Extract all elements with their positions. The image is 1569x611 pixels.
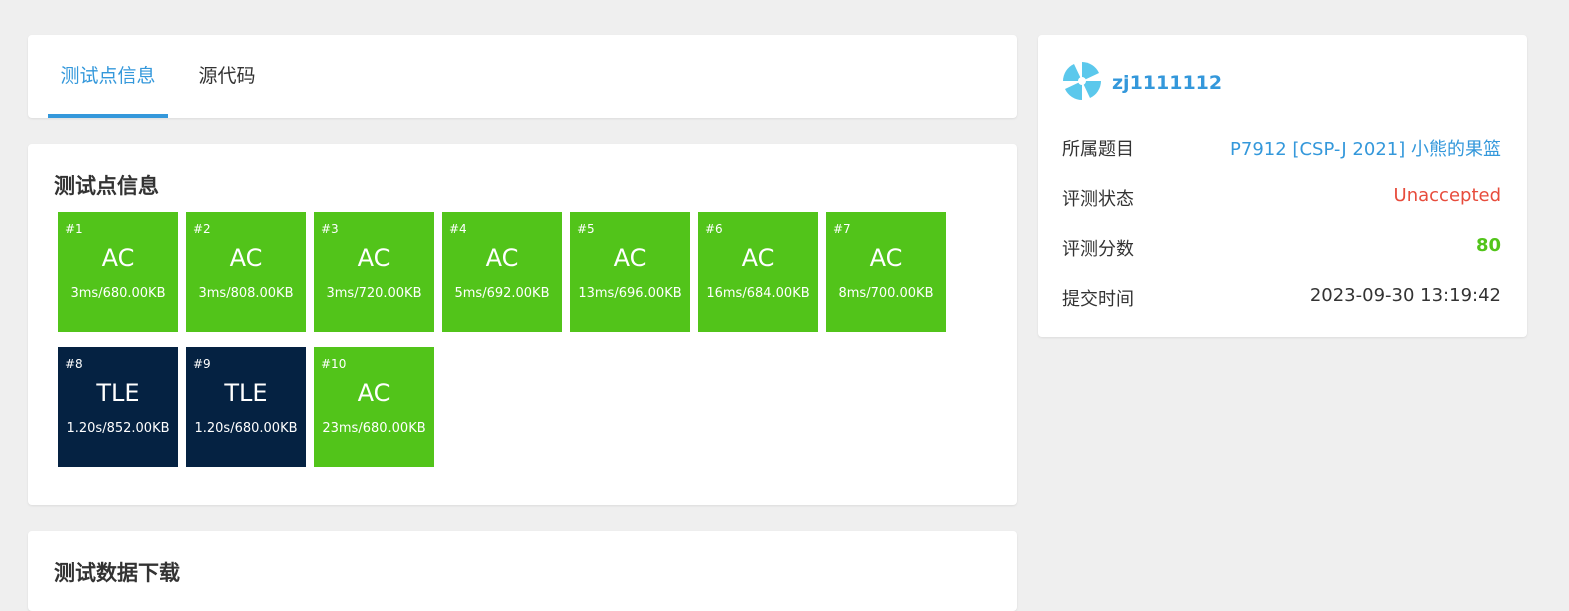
status-value: Unaccepted — [1393, 185, 1501, 206]
test-case-result: AC — [485, 244, 519, 272]
test-case-tile[interactable]: #1 AC 3ms/680.00KB — [58, 212, 178, 332]
test-case-result: AC — [229, 244, 263, 272]
download-card: 测试数据下载 — [28, 531, 1017, 611]
score-label: 评测分数 — [1062, 239, 1134, 260]
score-row: 评测分数 80 — [1062, 235, 1501, 261]
test-case-time-memory: 5ms/692.00KB — [454, 286, 550, 301]
test-case-number: #4 — [449, 222, 467, 236]
username-link[interactable]: zj1111112 — [1112, 72, 1222, 94]
test-case-tile[interactable]: #6 AC 16ms/684.00KB — [698, 212, 818, 332]
submit-time-label: 提交时间 — [1062, 289, 1134, 310]
test-case-result: TLE — [96, 379, 140, 407]
problem-link[interactable]: P7912 [CSP-J 2021] 小熊的果篮 — [1230, 135, 1501, 161]
test-case-time-memory: 8ms/700.00KB — [838, 286, 934, 301]
test-case-number: #9 — [193, 357, 211, 371]
test-case-number: #2 — [193, 222, 211, 236]
tab-source-code[interactable]: 源代码 — [188, 35, 266, 118]
test-case-tile[interactable]: #10 AC 23ms/680.00KB — [314, 347, 434, 467]
test-case-tile[interactable]: #2 AC 3ms/808.00KB — [186, 212, 306, 332]
score-value: 80 — [1475, 235, 1501, 256]
test-case-tile[interactable]: #9 TLE 1.20s/680.00KB — [186, 347, 306, 467]
test-case-result: AC — [101, 244, 135, 272]
test-case-result: AC — [613, 244, 647, 272]
status-row: 评测状态 Unaccepted — [1062, 185, 1501, 211]
test-case-number: #5 — [577, 222, 595, 236]
test-cases-card: 测试点信息 #1 AC 3ms/680.00KB #2 AC 3ms/808.00KB #3… — [28, 144, 1017, 505]
test-case-tile[interactable]: #5 AC 13ms/696.00KB — [570, 212, 690, 332]
test-case-time-memory: 1.20s/852.00KB — [66, 421, 170, 436]
test-case-time-memory: 3ms/680.00KB — [70, 286, 166, 301]
test-case-result: AC — [869, 244, 903, 272]
test-case-number: #1 — [65, 222, 83, 236]
test-case-time-memory: 13ms/696.00KB — [578, 286, 682, 301]
test-case-result: TLE — [224, 379, 268, 407]
test-case-result: AC — [741, 244, 775, 272]
download-section-title: 测试数据下载 — [54, 561, 180, 585]
test-case-time-memory: 23ms/680.00KB — [322, 421, 426, 436]
test-case-time-memory: 3ms/808.00KB — [198, 286, 294, 301]
test-case-time-memory: 1.20s/680.00KB — [194, 421, 298, 436]
test-case-tile[interactable]: #8 TLE 1.20s/852.00KB — [58, 347, 178, 467]
test-case-number: #6 — [705, 222, 723, 236]
test-case-number: #3 — [321, 222, 339, 236]
problem-row: 所属题目 P7912 [CSP-J 2021] 小熊的果篮 — [1062, 135, 1501, 161]
pinwheel-avatar-icon[interactable] — [1062, 61, 1102, 101]
problem-label: 所属题目 — [1062, 139, 1134, 160]
test-case-result: AC — [357, 244, 391, 272]
submission-info-card: zj1111112 所属题目 P7912 [CSP-J 2021] 小熊的果篮 … — [1038, 35, 1527, 337]
test-case-tile[interactable]: #3 AC 3ms/720.00KB — [314, 212, 434, 332]
test-case-time-memory: 16ms/684.00KB — [706, 286, 810, 301]
test-case-result: AC — [357, 379, 391, 407]
test-case-tile[interactable]: #7 AC 8ms/700.00KB — [826, 212, 946, 332]
tab-test-cases[interactable]: 测试点信息 — [48, 35, 168, 118]
submit-time-value: 2023-09-30 13:19:42 — [1309, 285, 1501, 306]
tabs-card: 测试点信息 源代码 — [28, 35, 1017, 118]
submit-time-row: 提交时间 2023-09-30 13:19:42 — [1062, 285, 1501, 311]
test-case-tile[interactable]: #4 AC 5ms/692.00KB — [442, 212, 562, 332]
test-case-time-memory: 3ms/720.00KB — [326, 286, 422, 301]
status-label: 评测状态 — [1062, 189, 1134, 210]
test-case-number: #10 — [321, 357, 347, 371]
test-case-number: #7 — [833, 222, 851, 236]
test-case-number: #8 — [65, 357, 83, 371]
section-title: 测试点信息 — [54, 174, 159, 198]
